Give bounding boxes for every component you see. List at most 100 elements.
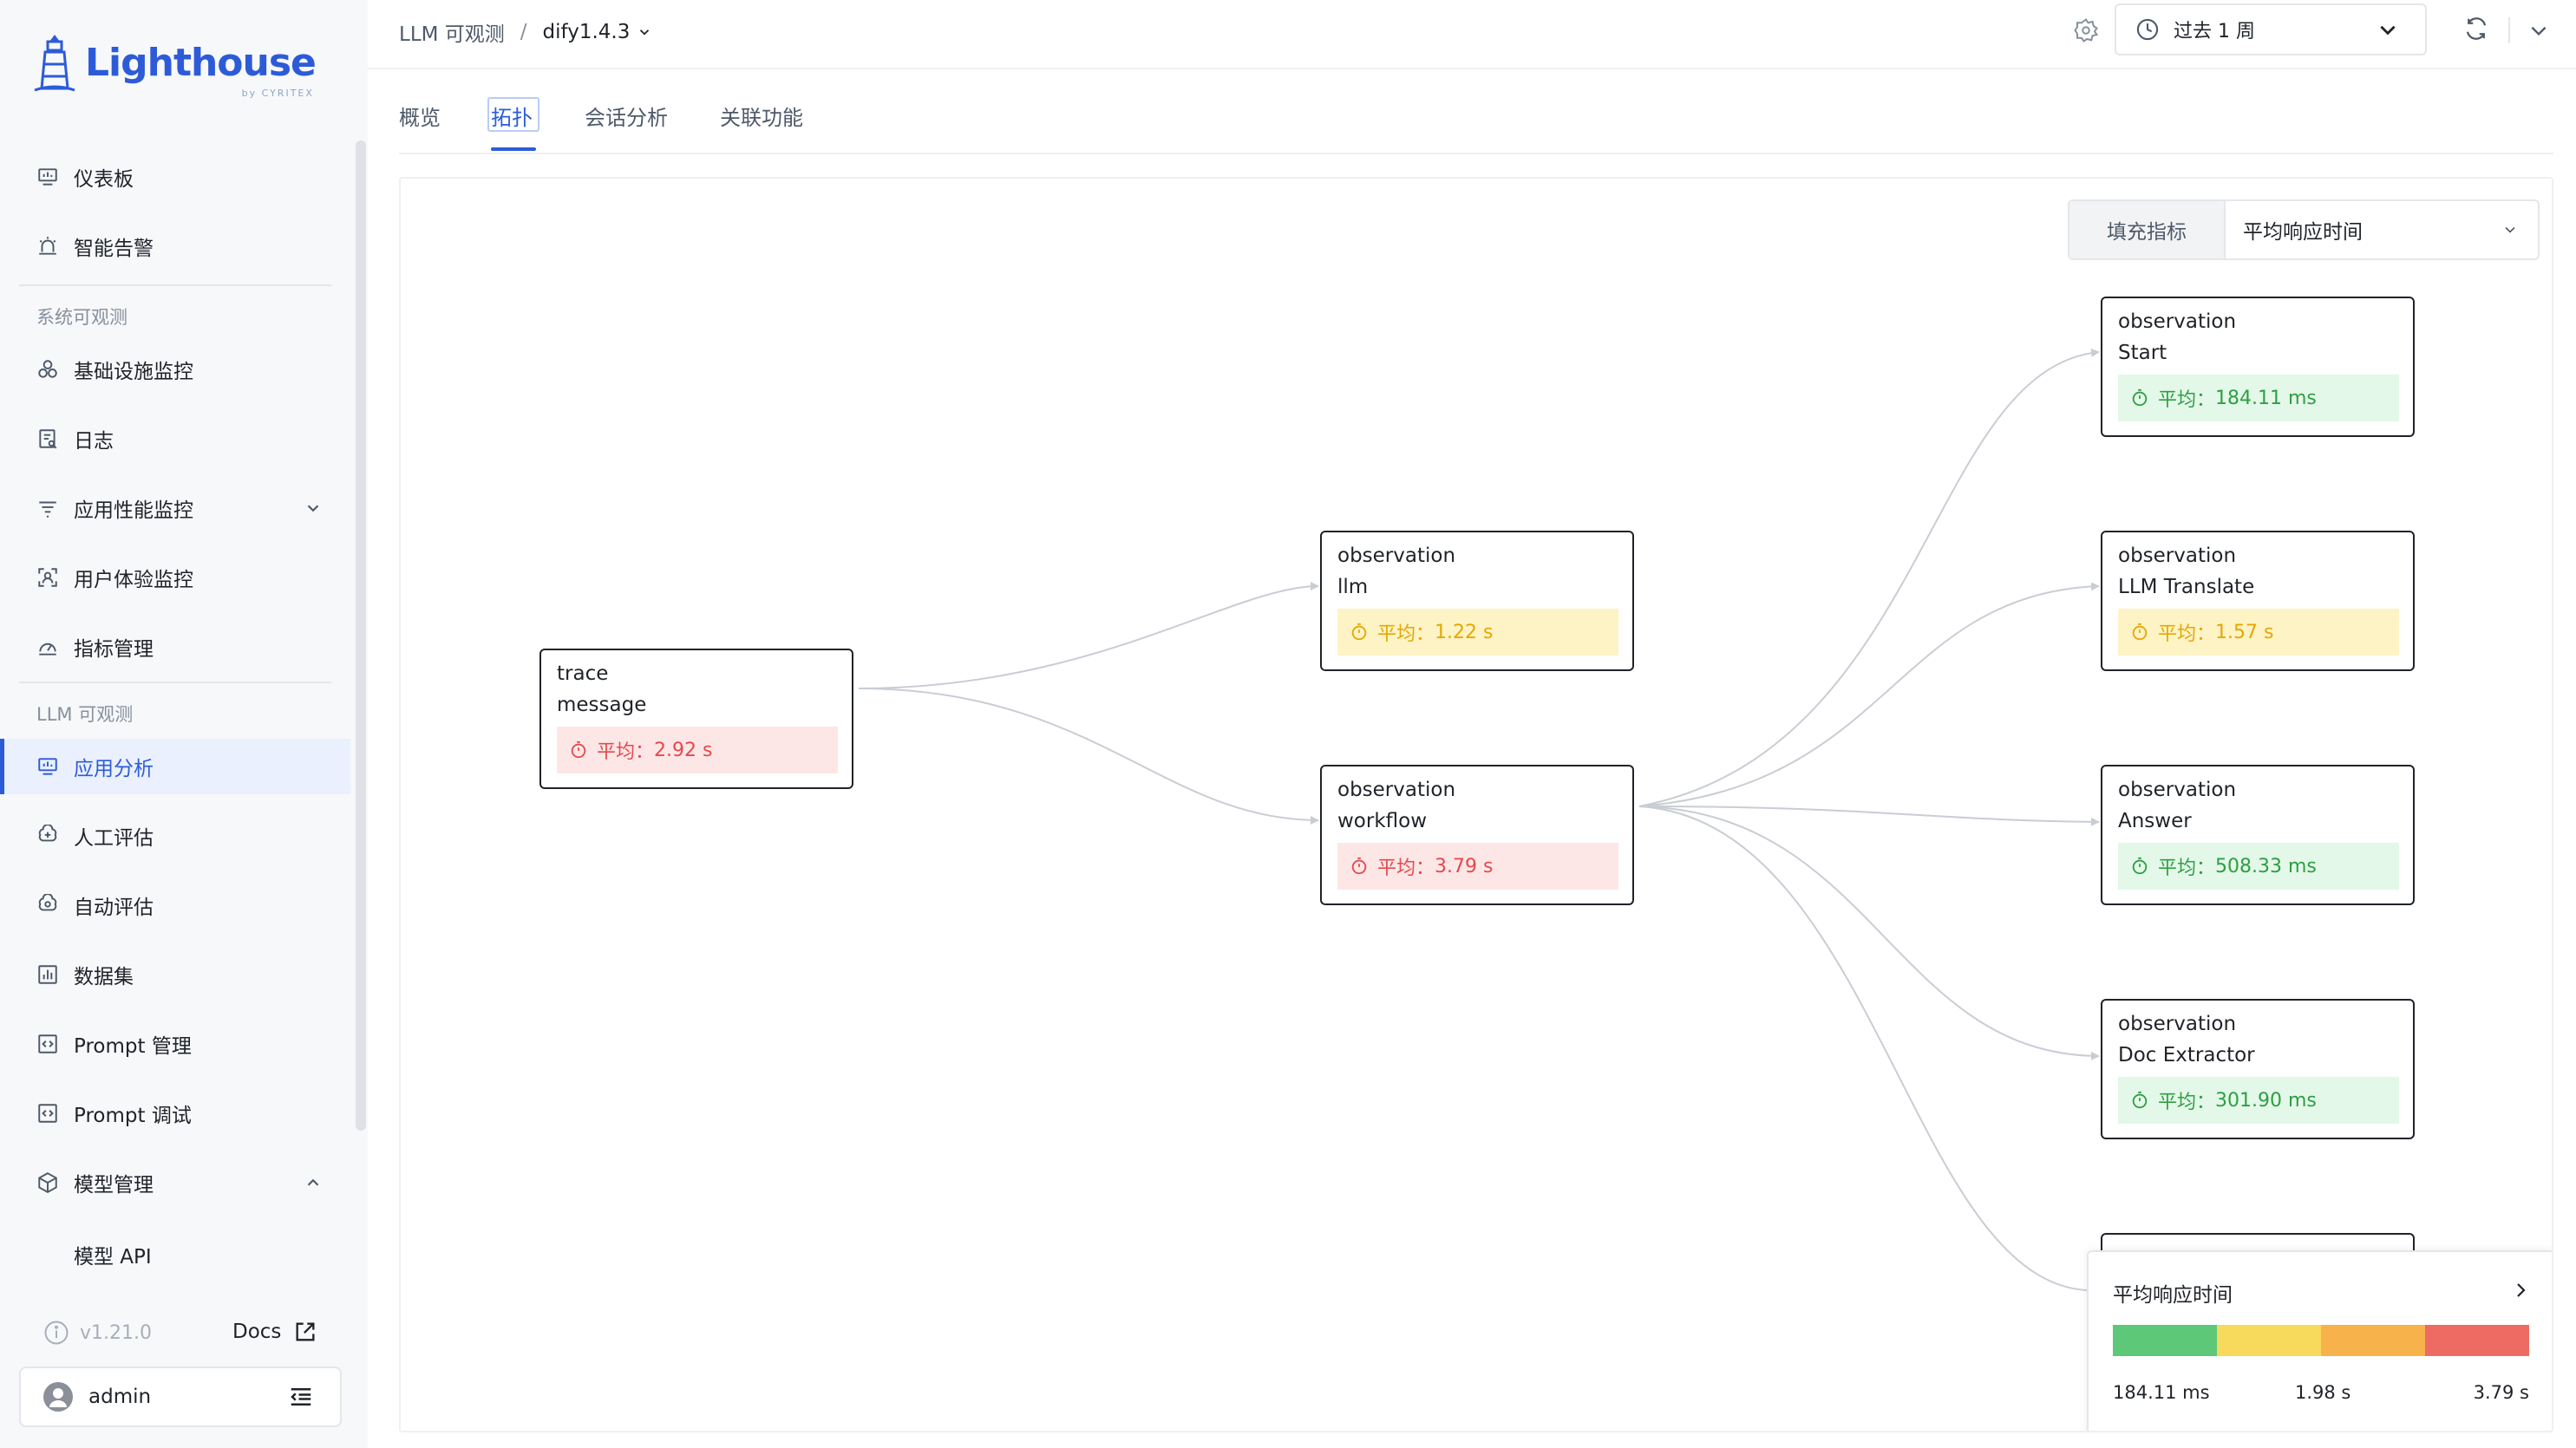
sidebar-item-prompt-manage[interactable]: Prompt 管理 [0, 1016, 350, 1072]
sidebar-item-dashboard[interactable]: 仪表板 [0, 149, 350, 205]
node-observation-doc-extractor[interactable]: observation Doc Extractor 平均： 301.90 ms [2101, 999, 2415, 1139]
edge-workflow-answer [1638, 806, 2100, 826]
topology-canvas[interactable]: 填充指标 平均响应时间 trace message 平均： 2.92 s obse… [399, 177, 2553, 1432]
chevron-down-icon[interactable] [2527, 19, 2550, 42]
node-metric: 平均： 1.22 s [1337, 609, 1618, 656]
node-metric-value: 2.92 s [654, 739, 713, 761]
fill-metric-control[interactable]: 填充指标 平均响应时间 [2068, 199, 2540, 260]
edge-message-llm [858, 582, 1319, 689]
node-name: message [557, 694, 647, 716]
timer-icon [1351, 857, 1367, 875]
time-range-value: 过去 1 周 [2174, 21, 2255, 42]
metrics-icon [39, 642, 56, 656]
breadcrumb-app[interactable]: dify1.4.3 [543, 21, 631, 43]
sidebar-item-label: 人工评估 [74, 827, 154, 850]
fill-metric-select[interactable]: 平均响应时间 [2226, 201, 2538, 258]
info-icon [44, 1321, 69, 1345]
sidebar-item-dataset[interactable]: 数据集 [0, 947, 350, 1002]
tab-overview[interactable]: 概览 [399, 101, 441, 131]
sidebar-item-label: 应用性能监控 [74, 499, 193, 522]
node-name: llm [1337, 576, 1369, 598]
node-metric-value: 508.33 ms [2215, 855, 2317, 877]
sidebar-scrollbar[interactable] [356, 140, 366, 1131]
timer-icon [2132, 1091, 2148, 1109]
node-metric: 平均： 184.11 ms [2118, 375, 2399, 421]
sidebar-item-infrastructure[interactable]: 基础设施监控 [0, 342, 350, 397]
sidebar-item-label: 日志 [74, 430, 114, 453]
sidebar-item-label: 应用分析 [74, 758, 154, 780]
fill-metric-value: 平均响应时间 [2243, 221, 2363, 244]
tab-session-analysis[interactable]: 会话分析 [585, 101, 668, 131]
node-trace-message[interactable]: trace message 平均： 2.92 s [539, 649, 853, 789]
node-observation-workflow[interactable]: observation workflow 平均： 3.79 s [1320, 765, 1634, 905]
node-metric: 平均： 301.90 ms [2118, 1077, 2399, 1124]
sidebar-item-apm[interactable]: 应用性能监控 [0, 480, 350, 536]
sidebar-item-human-eval[interactable]: 人工评估 [0, 808, 350, 864]
tabs-divider-line [399, 153, 2553, 154]
chevron-down-icon[interactable] [304, 499, 323, 518]
sidebar-item-auto-eval[interactable]: 自动评估 [0, 877, 350, 933]
sidebar-item-alarm[interactable]: 智能告警 [0, 219, 350, 274]
node-observation-answer[interactable]: observation Answer 平均： 508.33 ms [2101, 765, 2415, 905]
node-observation-llm[interactable]: observation llm 平均： 1.22 s [1320, 531, 1634, 671]
node-metric: 平均： 2.92 s [557, 727, 838, 773]
sidebar-item-user-experience[interactable]: 用户体验监控 [0, 550, 350, 605]
sidebar-item-label: 指标管理 [74, 638, 154, 661]
legend-segment [2321, 1325, 2425, 1356]
node-type: observation [1337, 545, 1456, 567]
time-range-select[interactable]: 过去 1 周 [2115, 3, 2427, 55]
log-icon [39, 429, 57, 449]
node-type: observation [1337, 779, 1456, 801]
dataset-icon [38, 965, 57, 984]
sidebar-item-label: 仪表板 [74, 168, 134, 191]
sidebar-item-label: 自动评估 [74, 897, 154, 919]
node-name: Doc Extractor [2118, 1044, 2255, 1066]
breadcrumb: LLM 可观测 / dify1.4.3 [399, 17, 652, 47]
fill-metric-label: 填充指标 [2069, 201, 2226, 258]
sidebar-item-label: 智能告警 [74, 238, 154, 260]
auto-eval-icon [38, 894, 57, 911]
refresh-icon[interactable] [2463, 16, 2489, 42]
node-metric-value: 184.11 ms [2215, 387, 2317, 409]
chevron-up-icon[interactable] [304, 1173, 323, 1192]
user-menu[interactable]: admin [19, 1366, 342, 1427]
sidebar-item-prompt-debug[interactable]: Prompt 调试 [0, 1086, 350, 1141]
tab-active-indicator [491, 147, 536, 151]
collapse-sidebar-icon[interactable] [288, 1384, 314, 1410]
legend-color-scale [2113, 1325, 2529, 1356]
sidebar-sub-item-model-api[interactable]: 模型 API [74, 1240, 152, 1269]
metric-legend[interactable]: 平均响应时间 184.11 ms 1.98 s 3.79 s [2087, 1250, 2552, 1431]
sidebar-item-metrics[interactable]: 指标管理 [0, 619, 350, 675]
section-label-llm: LLM 可观测 [36, 704, 134, 725]
sidebar-divider [19, 284, 331, 286]
user-icon [49, 1388, 67, 1407]
tab-focus-ring [487, 97, 539, 132]
logo[interactable]: Lighthouse by CYRITEX [33, 29, 317, 99]
external-link-icon [296, 1322, 315, 1341]
chevron-down-icon[interactable] [637, 24, 652, 40]
breadcrumb-section[interactable]: LLM 可观测 [399, 17, 505, 47]
sidebar-item-app-analysis[interactable]: 应用分析 [0, 739, 350, 794]
dashboard-icon [38, 168, 57, 186]
node-name: workflow [1337, 810, 1428, 832]
tab-related-features[interactable]: 关联功能 [720, 101, 803, 131]
chevron-right-icon[interactable] [2510, 1280, 2531, 1301]
gear-icon[interactable] [2073, 17, 2099, 43]
node-metric-value: 301.90 ms [2215, 1089, 2317, 1112]
edge-message-workflow [858, 688, 1319, 825]
node-type: observation [2118, 1013, 2237, 1035]
sidebar-item-model-manage[interactable]: 模型管理 [0, 1155, 350, 1210]
node-name: Answer [2118, 810, 2192, 832]
brand-sub: by CYRITEX [241, 87, 314, 99]
user-name: admin [88, 1386, 152, 1408]
node-name: LLM Translate [2118, 576, 2255, 598]
node-observation-llm-translate[interactable]: observation LLM Translate 平均： 1.57 s [2101, 531, 2415, 671]
docs-link[interactable]: Docs [232, 1320, 317, 1344]
sidebar-item-label: 数据集 [74, 966, 134, 988]
node-observation-start[interactable]: observation Start 平均： 184.11 ms [2101, 297, 2415, 437]
sidebar: Lighthouse by CYRITEX 仪表板 智能告警 系统可观测 基础设… [0, 0, 368, 1448]
node-type: observation [2118, 779, 2237, 801]
sidebar-item-label: Prompt 管理 [74, 1035, 192, 1058]
legend-segment [2217, 1325, 2321, 1356]
sidebar-item-log[interactable]: 日志 [0, 411, 350, 466]
